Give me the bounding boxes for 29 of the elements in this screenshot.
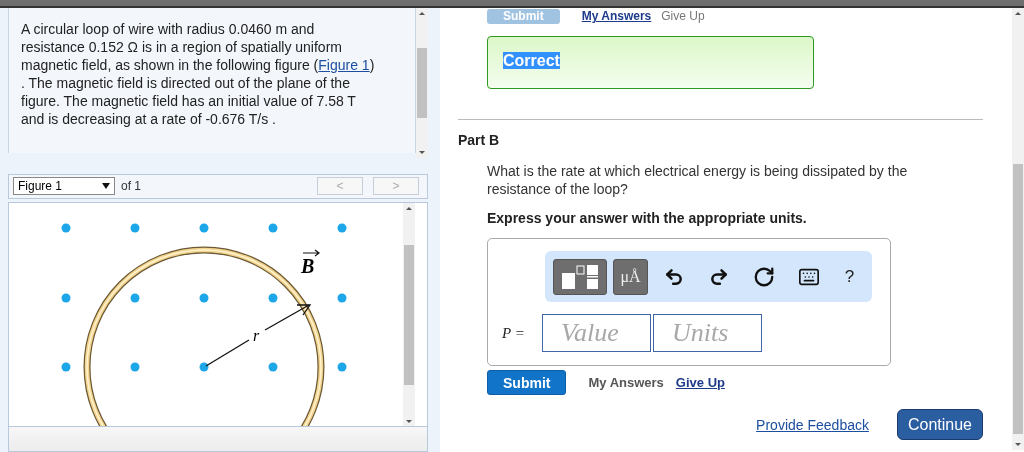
my-answers-link[interactable]: My Answers <box>581 9 652 23</box>
part-title: Part B <box>458 132 501 148</box>
question-text: What is the rate at which electrical energy is being dissipated by the resistance of the loop? <box>487 162 909 198</box>
submit-button[interactable]: Submit <box>487 370 567 395</box>
templates-icon <box>559 263 600 290</box>
instruction-text: Express your answer with the appropriate units. <box>487 210 808 226</box>
scrollbar[interactable] <box>1012 8 1024 450</box>
correct-label: Correct <box>503 52 560 69</box>
figure-select[interactable]: Figure 1 <box>13 177 115 196</box>
figure-count: of 1 <box>121 179 142 194</box>
variable-label: P = <box>502 324 526 342</box>
help-button[interactable]: ? <box>834 258 865 295</box>
feedback-link[interactable]: Provide Feedback <box>756 416 869 433</box>
undo-icon <box>663 266 684 287</box>
give-up-link[interactable]: Give Up <box>675 375 725 390</box>
figure-link[interactable]: Figure 1 <box>318 57 370 73</box>
give-up-text: Give Up <box>661 9 705 23</box>
continue-button[interactable]: Continue <box>896 409 983 440</box>
my-answers-text: My Answers <box>588 375 664 390</box>
scrollbar[interactable] <box>403 202 415 427</box>
value-input[interactable]: Value <box>542 314 651 352</box>
reset-icon <box>752 265 775 288</box>
templates-button[interactable] <box>553 258 607 295</box>
units-input[interactable]: Units <box>653 314 762 352</box>
units-button[interactable]: μÅ <box>612 258 649 295</box>
loop-figure-drawing: r B <box>9 202 403 427</box>
scrollbar[interactable] <box>416 8 428 158</box>
redo-icon <box>708 266 729 287</box>
problem-text: A circular loop of wire with radius 0.0460 m and resistance 0.152 Ω is in a region of spatially uniform magnetic field, as shown in the following figure (Figure 1) . The magnetic field is directed out of the plane of the figure. The magnetic field has an initial value of 7.58 T and is decreasing at a rate of -0.676 T/s . <box>8 8 416 153</box>
